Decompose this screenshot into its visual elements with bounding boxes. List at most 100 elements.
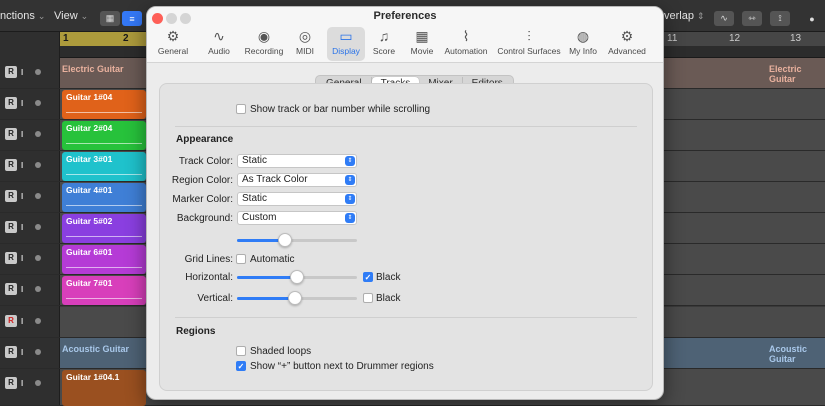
record-enable-button[interactable]: R (5, 66, 17, 78)
track-indicator (35, 162, 42, 168)
record-enable-button[interactable]: R (5, 346, 17, 358)
drummer-plus-checkbox[interactable]: ✓ (236, 361, 246, 371)
vertical-grid-slider[interactable] (237, 291, 357, 305)
view-menu[interactable]: View ⌄ (54, 10, 88, 22)
record-enable-button[interactable]: R (5, 190, 17, 202)
movie-icon: ▦ (415, 28, 429, 44)
tab-control-surfaces[interactable]: ⫶ Control Surfaces (497, 27, 561, 61)
tab-label: General (157, 46, 189, 56)
list-view-icon[interactable]: ≡ (122, 11, 142, 26)
tab-score[interactable]: ♫ Score (365, 27, 403, 61)
input-monitor-button[interactable]: I (21, 223, 23, 232)
track-color-popup[interactable]: Static ⇕ (237, 154, 357, 168)
chevron-updown-icon: ⇕ (345, 213, 355, 223)
tab-display[interactable]: ▭ Display (327, 27, 365, 61)
track-indicator (35, 193, 42, 199)
tab-recording[interactable]: ◉ Recording (242, 27, 286, 61)
input-monitor-button[interactable]: I (21, 192, 23, 201)
input-monitor-button[interactable]: I (21, 285, 23, 294)
audio-region[interactable]: Guitar 4#01 (62, 183, 146, 212)
region-name: Guitar 1#04 (66, 92, 113, 102)
tab-midi[interactable]: ◎ MIDI (290, 27, 320, 61)
record-enable-button[interactable]: R (5, 283, 17, 295)
audio-region[interactable]: Guitar 7#01 (62, 276, 146, 305)
tab-general[interactable]: ⚙ General (155, 27, 191, 61)
input-monitor-button[interactable]: I (21, 379, 23, 388)
marker-color-popup[interactable]: Static ⇕ (237, 192, 357, 206)
ruler-bar-2: 2 (123, 33, 129, 44)
tab-movie[interactable]: ▦ Movie (405, 27, 439, 61)
advanced-icon: ⚙ (620, 28, 634, 44)
input-monitor-button[interactable]: I (21, 254, 23, 263)
tab-label: Automation (444, 46, 488, 56)
record-enable-button[interactable]: R (5, 315, 17, 327)
record-enable-button[interactable]: R (5, 97, 17, 109)
show-track-number-checkbox[interactable] (236, 104, 246, 114)
track-indicator (35, 131, 42, 137)
record-enable-button[interactable]: R (5, 128, 17, 140)
tab-label: Recording (244, 46, 284, 56)
chevron-updown-icon: ⇕ (345, 175, 355, 185)
audio-region[interactable]: Guitar 3#01 (62, 152, 146, 181)
bar-ruler-right[interactable]: 11 12 13 (663, 32, 825, 46)
shaded-loops-checkbox[interactable] (236, 346, 246, 356)
preferences-window: Preferences ⚙ General ∿ Audio ◉ Recording ◎ MID… (146, 6, 664, 400)
region-name: Guitar 6#01 (66, 247, 113, 257)
region-color-popup[interactable]: As Track Color ⇕ (237, 173, 357, 187)
track-color-label: Track Color: (178, 156, 233, 167)
horizontal-grid-slider[interactable] (237, 270, 357, 284)
record-enable-button[interactable]: R (5, 377, 17, 389)
tab-label: Score (372, 46, 396, 56)
chevron-updown-icon: ⇕ (345, 156, 355, 166)
background-popup[interactable]: Custom ⇕ (237, 211, 357, 225)
track-indicator (35, 224, 42, 230)
horizontal-black-checkbox[interactable]: ✓ (363, 272, 373, 282)
divider (175, 126, 637, 127)
audio-region[interactable]: Guitar 5#02 (62, 214, 146, 243)
tab-automation[interactable]: ⌇ Automation (441, 27, 491, 61)
background-brightness-slider[interactable] (237, 233, 357, 247)
region-name: Guitar 5#02 (66, 216, 113, 226)
folder-title: Electric Guitar (62, 64, 124, 74)
vertical-black-label: Black (376, 293, 401, 304)
tab-my-info[interactable]: ◍ My Info (565, 27, 601, 61)
vertical-label: Vertical: (197, 293, 233, 304)
audio-region[interactable]: Guitar 1#04.1 (62, 370, 146, 406)
input-monitor-button[interactable]: I (21, 317, 23, 326)
grid-automatic-checkbox[interactable] (236, 254, 246, 264)
input-monitor-button[interactable]: I (21, 161, 23, 170)
fit-icon[interactable]: ⇿ (742, 11, 762, 26)
input-monitor-button[interactable]: I (21, 68, 23, 77)
record-enable-button[interactable]: R (5, 252, 17, 264)
input-monitor-button[interactable]: I (21, 348, 23, 357)
chevron-updown-icon: ⇕ (345, 194, 355, 204)
tab-label: MIDI (296, 46, 314, 56)
show-track-number-label: Show track or bar number while scrolling (250, 104, 431, 115)
waveform-zoom-icon[interactable]: ∿ (714, 11, 734, 26)
input-monitor-button[interactable]: I (21, 130, 23, 139)
record-enable-button[interactable]: R (5, 221, 17, 233)
region-color-value: As Track Color (242, 174, 308, 185)
tab-advanced[interactable]: ⚙ Advanced (605, 27, 649, 61)
preferences-toolbar: Preferences ⚙ General ∿ Audio ◉ Recording ◎ MID… (147, 7, 663, 63)
waveform-icon: ∿ (213, 28, 225, 44)
zoom-slider-knob[interactable]: ● (802, 11, 822, 26)
ruler-bar-12: 12 (729, 33, 741, 44)
track-indicator (35, 349, 42, 355)
audio-region[interactable]: Guitar 1#04 (62, 90, 146, 119)
tab-audio[interactable]: ∿ Audio (200, 27, 238, 61)
region-waveform (66, 236, 142, 237)
input-monitor-button[interactable]: I (21, 99, 23, 108)
audio-region[interactable]: Guitar 6#01 (62, 245, 146, 274)
vertical-black-checkbox[interactable] (363, 293, 373, 303)
ruler-bar-11: 11 (667, 33, 678, 44)
audio-region[interactable]: Guitar 2#04 (62, 121, 146, 150)
tab-label: Audio (208, 46, 230, 56)
grid-automatic-label: Automatic (250, 254, 295, 265)
snap-icon[interactable]: ⟟ (770, 11, 790, 26)
record-enable-button[interactable]: R (5, 159, 17, 171)
functions-menu[interactable]: nctions ⌄ (0, 10, 45, 22)
marker-color-label: Marker Color: (172, 194, 233, 205)
grid-view-icon[interactable]: ▦ (100, 11, 120, 26)
overlap-menu[interactable]: verlap ⇕ (664, 10, 705, 22)
